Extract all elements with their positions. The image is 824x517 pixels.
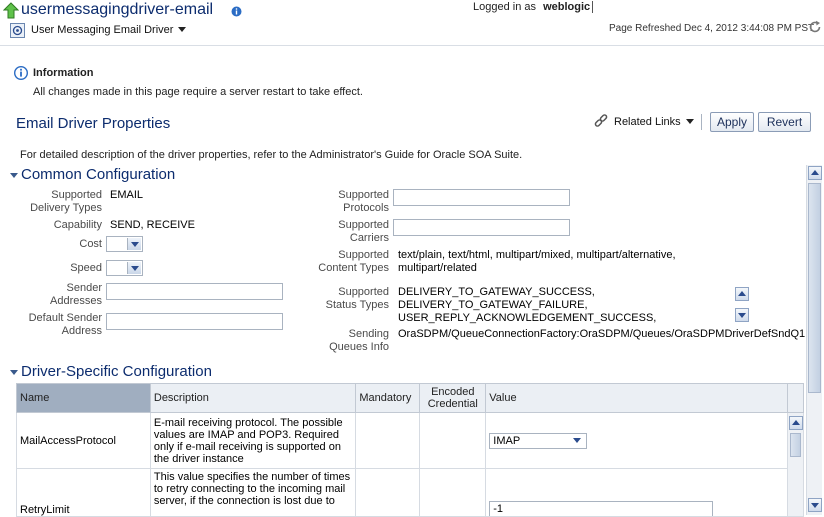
header-divider: [0, 45, 824, 46]
related-links-label: Related Links: [614, 116, 681, 128]
list-item: DELIVERY_TO_GATEWAY_SUCCESS,: [398, 286, 595, 298]
row-name: MailAccessProtocol: [16, 412, 151, 469]
page-scroll-thumb[interactable]: [808, 183, 821, 393]
information-icon: [14, 66, 28, 80]
sender-addresses-input[interactable]: [106, 283, 283, 300]
supported-delivery-types-value: EMAIL: [110, 189, 144, 201]
default-sender-address-input[interactable]: [106, 313, 283, 330]
table-row: RetryLimit This value specifies the numb…: [16, 468, 804, 517]
supported-protocols-label: Supported Protocols: [338, 189, 389, 214]
list-item: DELIVERY_TO_GATEWAY_FAILURE,: [398, 299, 588, 311]
info-icon[interactable]: [231, 6, 242, 17]
common-config-title: Common Configuration: [21, 166, 176, 183]
driver-menu[interactable]: User Messaging Email Driver: [10, 22, 187, 38]
row-description: This value specifies the number of times…: [149, 468, 357, 517]
column-header-name[interactable]: Name: [16, 383, 151, 413]
default-sender-address-label: Default Sender Address: [28, 312, 102, 337]
table-header-row: Name Description Mandatory Encoded Crede…: [16, 383, 804, 413]
supported-protocols-input[interactable]: [393, 189, 570, 206]
table-header-spacer: [787, 383, 804, 413]
page-refreshed: Page Refreshed Dec 4, 2012 3:44:08 PM PS…: [609, 23, 815, 34]
chevron-down-icon: [178, 27, 187, 32]
table-scroll-up-button[interactable]: [789, 416, 803, 430]
page-scroll-up-button[interactable]: [808, 166, 822, 180]
user-name[interactable]: weblogic: [543, 1, 590, 13]
row-description: E-mail receiving protocol. The possible …: [149, 412, 357, 469]
common-collapse-icon[interactable]: [9, 171, 18, 180]
driver-menu-label: User Messaging Email Driver: [31, 24, 174, 36]
logged-in-label: Logged in as weblogic: [473, 1, 594, 13]
chevron-down-icon: [685, 119, 694, 124]
information-title: Information: [33, 67, 94, 79]
column-header-encoded-credential[interactable]: Encoded Credential: [419, 383, 487, 413]
supported-status-types-list: DELIVERY_TO_GATEWAY_SUCCESS, DELIVERY_TO…: [398, 286, 656, 325]
column-header-mandatory[interactable]: Mandatory: [355, 383, 421, 413]
list-item: USER_REPLY_ACKNOWLEDGEMENT_SUCCESS,: [398, 312, 657, 324]
chevron-down-icon: [571, 434, 585, 448]
speed-label: Speed: [70, 262, 102, 274]
sending-queues-info-value: OraSDPM/QueueConnectionFactory:OraSDPM/Q…: [398, 328, 806, 340]
apply-button[interactable]: Apply: [710, 112, 754, 132]
row-encoded-credential: [419, 468, 487, 517]
refresh-icon[interactable]: [808, 20, 822, 34]
driver-collapse-icon[interactable]: [9, 368, 18, 377]
sending-queues-info-label: Sending Queues Info: [329, 328, 389, 353]
capability-label: Capability: [53, 219, 102, 231]
supported-carriers-label: Supported Carriers: [338, 219, 389, 244]
row-mandatory: [355, 412, 421, 469]
row-value-cell: IMAP: [485, 412, 788, 469]
row-value-cell: -1: [485, 468, 788, 517]
information-message: All changes made in this page require a …: [33, 86, 363, 98]
sender-addresses-label: Sender Addresses: [50, 282, 102, 307]
logged-in-text: Logged in as: [473, 1, 536, 13]
retry-limit-input[interactable]: -1: [489, 501, 714, 516]
row-encoded-credential: [419, 412, 487, 469]
driver-properties-table: Name Description Mandatory Encoded Crede…: [16, 383, 804, 517]
select-value: IMAP: [493, 434, 521, 447]
supported-status-types-label: Supported Status Types: [325, 286, 389, 311]
supported-content-types-value: text/plain, text/html, multipart/mixed, …: [398, 249, 676, 274]
status-scroll-up-button[interactable]: [735, 287, 749, 301]
cost-label: Cost: [79, 238, 102, 250]
speed-select[interactable]: [106, 260, 143, 276]
capability-value: SEND, RECEIVE: [110, 219, 195, 231]
driver-config-title: Driver-Specific Configuration: [21, 363, 212, 380]
row-name: RetryLimit: [16, 468, 151, 517]
column-header-description[interactable]: Description: [149, 383, 357, 413]
supported-delivery-types-label: Supported Delivery Types: [30, 189, 102, 214]
supported-carriers-input[interactable]: [393, 219, 570, 236]
cost-select[interactable]: [106, 236, 143, 252]
table-row: MailAccessProtocol E-mail receiving prot…: [16, 412, 804, 517]
table-scroll-thumb[interactable]: [790, 433, 801, 457]
properties-title: Email Driver Properties: [16, 115, 171, 132]
column-header-value[interactable]: Value: [485, 383, 788, 413]
supported-content-types-label: Supported Content Types: [318, 249, 389, 274]
page-title: usermessagingdriver-email: [21, 1, 214, 18]
target-icon: [10, 22, 25, 38]
mail-access-protocol-select[interactable]: IMAP: [489, 432, 588, 449]
properties-description: For detailed description of the driver p…: [20, 149, 523, 161]
page-scroll-down-button[interactable]: [808, 498, 822, 512]
revert-button[interactable]: Revert: [758, 112, 811, 132]
status-scroll-down-button[interactable]: [735, 308, 749, 322]
link-icon: [594, 114, 608, 127]
toolbar-separator: [701, 114, 702, 130]
row-mandatory: [355, 468, 421, 517]
up-arrow-icon[interactable]: [3, 2, 19, 19]
page-scrollbar[interactable]: [806, 165, 822, 515]
related-links[interactable]: Related Links: [593, 113, 694, 131]
table-scrollbar-cell: [787, 412, 804, 517]
